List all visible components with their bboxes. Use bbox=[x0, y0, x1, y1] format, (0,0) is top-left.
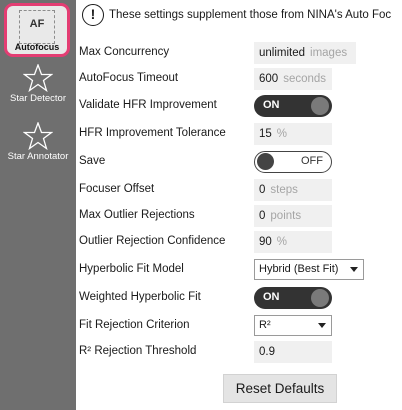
max-concurrency-input[interactable]: unlimited images bbox=[254, 42, 356, 64]
toggle-knob bbox=[311, 289, 329, 307]
toggle-knob bbox=[311, 97, 329, 115]
setting-label: Validate HFR Improvement bbox=[79, 99, 217, 111]
field-value: 90 bbox=[259, 236, 272, 248]
setting-fit-rejection: Fit Rejection Criterion R² bbox=[79, 315, 402, 339]
sidebar-item-autofocus[interactable]: AF Autofocus bbox=[4, 3, 70, 57]
setting-autofocus-timeout: AutoFocus Timeout 600 seconds bbox=[79, 68, 402, 92]
setting-label: Fit Rejection Criterion bbox=[79, 319, 190, 331]
sidebar: AF Autofocus Star Detector Star Annotato… bbox=[0, 0, 76, 410]
hfr-tolerance-input[interactable]: 15% bbox=[254, 123, 332, 145]
setting-label: Save bbox=[79, 155, 106, 167]
setting-label: R² Rejection Threshold bbox=[79, 345, 197, 357]
field-value: 15 bbox=[259, 128, 272, 140]
setting-hfr-tolerance: HFR Improvement Tolerance 15% bbox=[79, 123, 402, 147]
setting-label: Max Outlier Rejections bbox=[79, 209, 195, 221]
info-header: ! These settings supplement those from N… bbox=[80, 4, 402, 28]
setting-max-outlier-rejections: Max Outlier Rejections 0 points bbox=[79, 205, 402, 229]
star-icon bbox=[23, 64, 53, 92]
focuser-offset-input[interactable]: 0 steps bbox=[254, 179, 332, 201]
field-value: unlimited bbox=[259, 47, 306, 59]
outlier-confidence-input[interactable]: 90% bbox=[254, 231, 332, 253]
hyperbolic-model-select[interactable]: Hybrid (Best Fit) bbox=[254, 259, 364, 280]
field-unit: images bbox=[310, 47, 348, 59]
toggle-knob bbox=[257, 153, 274, 170]
field-unit: steps bbox=[270, 184, 298, 196]
star-icon bbox=[23, 122, 53, 150]
setting-label: Focuser Offset bbox=[79, 183, 155, 195]
validate-hfr-toggle[interactable]: ON bbox=[254, 95, 332, 117]
r2-threshold-input[interactable]: 0.9 bbox=[254, 341, 332, 363]
save-toggle[interactable]: OFF bbox=[254, 151, 332, 173]
toggle-state: OFF bbox=[301, 155, 323, 167]
field-value: 0 bbox=[259, 184, 266, 196]
sidebar-item-label: Star Annotator bbox=[7, 151, 69, 162]
setting-max-concurrency: Max Concurrency unlimited images bbox=[79, 42, 402, 66]
setting-hyperbolic-model: Hyperbolic Fit Model Hybrid (Best Fit) bbox=[79, 259, 402, 283]
field-unit: seconds bbox=[283, 73, 327, 85]
setting-weighted-hyperbolic: Weighted Hyperbolic Fit ON bbox=[79, 287, 402, 311]
fit-rejection-select[interactable]: R² bbox=[254, 315, 332, 336]
weighted-hyperbolic-toggle[interactable]: ON bbox=[254, 287, 332, 309]
setting-label: HFR Improvement Tolerance bbox=[79, 127, 226, 139]
reset-defaults-button[interactable]: Reset Defaults bbox=[223, 374, 337, 403]
setting-label: Weighted Hyperbolic Fit bbox=[79, 291, 201, 303]
af-icon-text: AF bbox=[29, 18, 45, 30]
header-text: These settings supplement those from NIN… bbox=[109, 9, 392, 21]
field-value: 0 bbox=[259, 210, 266, 222]
chevron-down-icon bbox=[318, 323, 326, 328]
setting-r2-threshold: R² Rejection Threshold 0.9 bbox=[79, 341, 402, 365]
setting-label: Hyperbolic Fit Model bbox=[79, 263, 184, 275]
setting-validate-hfr: Validate HFR Improvement ON bbox=[79, 95, 402, 119]
setting-label: AutoFocus Timeout bbox=[79, 72, 179, 84]
field-unit: points bbox=[270, 210, 302, 222]
toggle-state: ON bbox=[263, 99, 280, 111]
sidebar-item-label: Autofocus bbox=[14, 42, 60, 52]
setting-save: Save OFF bbox=[79, 151, 402, 175]
field-value: 600 bbox=[259, 73, 279, 85]
sidebar-item-label: Star Detector bbox=[10, 93, 66, 104]
select-value: Hybrid (Best Fit) bbox=[259, 263, 339, 275]
field-unit: % bbox=[276, 236, 288, 248]
setting-label: Max Concurrency bbox=[79, 46, 170, 58]
setting-label: Outlier Rejection Confidence bbox=[79, 235, 226, 247]
select-value: R² bbox=[259, 319, 271, 331]
chevron-down-icon bbox=[350, 267, 358, 272]
max-outlier-rejections-input[interactable]: 0 points bbox=[254, 205, 332, 227]
info-icon: ! bbox=[82, 4, 104, 26]
field-value: 0.9 bbox=[259, 346, 275, 358]
field-unit: % bbox=[276, 128, 288, 140]
setting-outlier-confidence: Outlier Rejection Confidence 90% bbox=[79, 231, 402, 255]
autofocus-timeout-input[interactable]: 600 seconds bbox=[254, 68, 332, 90]
toggle-state: ON bbox=[263, 291, 280, 303]
sidebar-item-star-annotator[interactable]: Star Annotator bbox=[0, 122, 76, 170]
setting-focuser-offset: Focuser Offset 0 steps bbox=[79, 179, 402, 203]
sidebar-item-star-detector[interactable]: Star Detector bbox=[0, 64, 76, 112]
